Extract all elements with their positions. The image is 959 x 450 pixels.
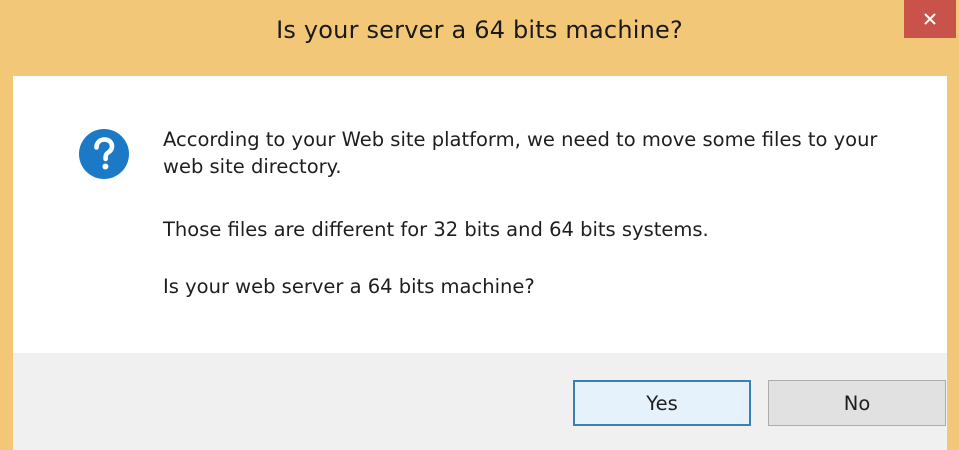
no-button[interactable]: No [768,380,946,426]
no-button-label: No [843,391,871,415]
button-bar: Yes No [13,353,947,450]
dialog-content: According to your Web site platform, we … [13,76,947,353]
dialog-window: Is your server a 64 bits machine? Accord… [0,0,959,450]
close-icon [924,13,936,25]
title-bar[interactable]: Is your server a 64 bits machine? [0,0,959,76]
message-text-1: According to your Web site platform, we … [163,128,878,178]
window-title: Is your server a 64 bits machine? [276,16,683,44]
yes-button[interactable]: Yes [573,380,751,426]
message-text-2: Those files are different for 32 bits an… [163,218,709,241]
yes-button-label: Yes [646,391,678,415]
question-icon [79,129,129,179]
close-button[interactable] [904,0,956,38]
message-text-3: Is your web server a 64 bits machine? [163,275,535,298]
